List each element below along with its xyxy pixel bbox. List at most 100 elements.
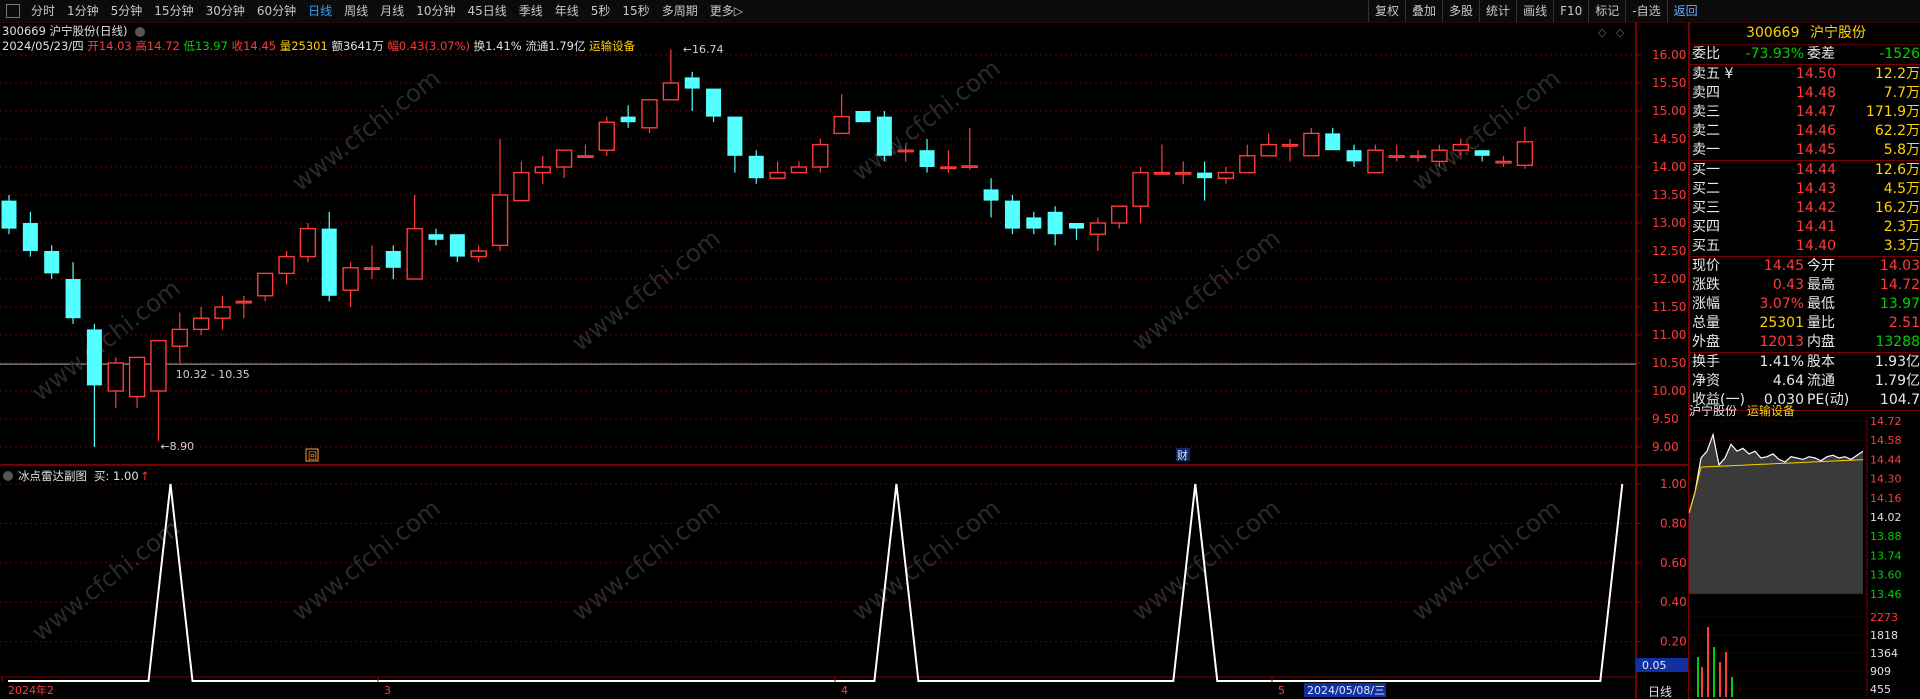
candle[interactable]: [1239, 144, 1256, 174]
tool-button[interactable]: 叠加: [1405, 0, 1442, 22]
period-tab[interactable]: 月线: [374, 0, 410, 22]
candle[interactable]: [278, 251, 295, 285]
candle[interactable]: [748, 150, 764, 184]
period-tab[interactable]: 周线: [338, 0, 374, 22]
period-tab[interactable]: 5秒: [585, 0, 617, 22]
kline-chart-area[interactable]: www.cfchi.com www.cfchi.com www.cfchi.com w…: [0, 22, 1688, 699]
candle[interactable]: [961, 127, 978, 170]
candle[interactable]: [1495, 155, 1512, 167]
candle[interactable]: [855, 111, 871, 123]
period-tab[interactable]: 30分钟: [200, 0, 251, 22]
tool-button[interactable]: 标记: [1588, 0, 1625, 22]
candle[interactable]: [1409, 150, 1427, 162]
candle[interactable]: [833, 94, 850, 135]
candle[interactable]: [1004, 195, 1020, 235]
candle[interactable]: [128, 356, 146, 408]
candle[interactable]: [1089, 217, 1107, 251]
candle[interactable]: [235, 295, 253, 319]
candle[interactable]: [727, 116, 743, 173]
candle[interactable]: [406, 195, 423, 280]
candle[interactable]: [1516, 126, 1534, 169]
candle[interactable]: [171, 312, 189, 363]
candle[interactable]: [321, 211, 337, 302]
tool-button[interactable]: 统计: [1479, 0, 1516, 22]
period-tab[interactable]: 季线: [513, 0, 549, 22]
period-tab[interactable]: 日线: [302, 0, 338, 22]
candle[interactable]: [598, 116, 615, 156]
settings-icon[interactable]: [135, 26, 146, 37]
candle[interactable]: [1026, 211, 1042, 235]
candle[interactable]: [1281, 139, 1299, 162]
candle[interactable]: [812, 139, 829, 173]
candle[interactable]: [107, 357, 124, 408]
tool-button[interactable]: 复权: [1368, 0, 1405, 22]
candle[interactable]: [22, 211, 38, 257]
candle[interactable]: [1367, 144, 1384, 174]
candle[interactable]: [790, 161, 808, 174]
period-indicator[interactable]: 日线: [1648, 685, 1672, 699]
candle[interactable]: [555, 149, 573, 179]
candle[interactable]: [299, 223, 317, 263]
period-tab[interactable]: 1分钟: [61, 0, 105, 22]
candle[interactable]: [1346, 144, 1362, 167]
candle[interactable]: [706, 88, 722, 123]
candle[interactable]: [876, 111, 892, 162]
diamond-icon[interactable]: ◇: [1598, 26, 1607, 39]
candle[interactable]: [983, 178, 999, 218]
layout-toggle-icon[interactable]: [6, 4, 20, 18]
candle[interactable]: [449, 234, 465, 263]
period-tab[interactable]: 60分钟: [251, 0, 302, 22]
tool-button[interactable]: 返回: [1666, 0, 1704, 22]
candle[interactable]: [1, 195, 17, 235]
candle[interactable]: [342, 262, 359, 307]
intraday-mini-chart[interactable]: 14.72 14.58 14.44 14.30 14.16 14.02 13.88 13.74…: [1689, 417, 1919, 697]
candle[interactable]: [1047, 206, 1063, 246]
candle[interactable]: [940, 150, 957, 173]
period-tab[interactable]: 10分钟: [410, 0, 461, 22]
period-tab[interactable]: 45日线: [461, 0, 512, 22]
event-marker-left[interactable]: 回: [305, 448, 319, 462]
candle[interactable]: [470, 245, 487, 263]
candle[interactable]: [428, 228, 444, 246]
candle[interactable]: [769, 161, 786, 179]
period-tab[interactable]: 更多▷: [704, 0, 749, 22]
period-tab[interactable]: 多周期: [656, 0, 704, 22]
candle[interactable]: [684, 71, 700, 111]
candle[interactable]: [1325, 127, 1341, 151]
period-tab[interactable]: 15秒: [616, 0, 655, 22]
diamond-icon[interactable]: ◇: [1616, 26, 1625, 39]
candle[interactable]: [641, 99, 658, 134]
candle[interactable]: [1303, 127, 1320, 157]
candle[interactable]: [1069, 223, 1084, 240]
period-tab[interactable]: 年线: [549, 0, 585, 22]
candle[interactable]: [662, 49, 680, 101]
tool-button[interactable]: F10: [1553, 0, 1588, 22]
finance-marker[interactable]: 财: [1176, 448, 1190, 462]
candle[interactable]: [150, 339, 167, 442]
candle[interactable]: [257, 272, 274, 302]
candle[interactable]: [577, 144, 594, 159]
candle[interactable]: [620, 105, 636, 128]
candle[interactable]: [1132, 167, 1149, 223]
candle[interactable]: [1197, 161, 1213, 201]
candle[interactable]: [86, 323, 102, 447]
candle[interactable]: [44, 245, 60, 279]
candle[interactable]: [65, 262, 81, 324]
period-tab[interactable]: 5分钟: [105, 0, 149, 22]
period-tab[interactable]: 分时: [25, 0, 61, 22]
tool-button[interactable]: 多股: [1442, 0, 1479, 22]
candle[interactable]: [1260, 133, 1277, 157]
candle[interactable]: [1474, 150, 1490, 162]
candle[interactable]: [1388, 144, 1405, 162]
candle[interactable]: [214, 295, 231, 330]
candle[interactable]: [534, 155, 551, 184]
candle[interactable]: [1175, 161, 1192, 184]
candle[interactable]: [919, 139, 935, 173]
tool-button[interactable]: 画线: [1516, 0, 1553, 22]
candle[interactable]: [1110, 205, 1128, 229]
candle[interactable]: [363, 245, 381, 279]
candle[interactable]: [192, 307, 210, 335]
candle[interactable]: [1217, 167, 1235, 184]
sub-settings-icon[interactable]: [3, 471, 13, 481]
tool-button[interactable]: -自选: [1625, 0, 1666, 22]
